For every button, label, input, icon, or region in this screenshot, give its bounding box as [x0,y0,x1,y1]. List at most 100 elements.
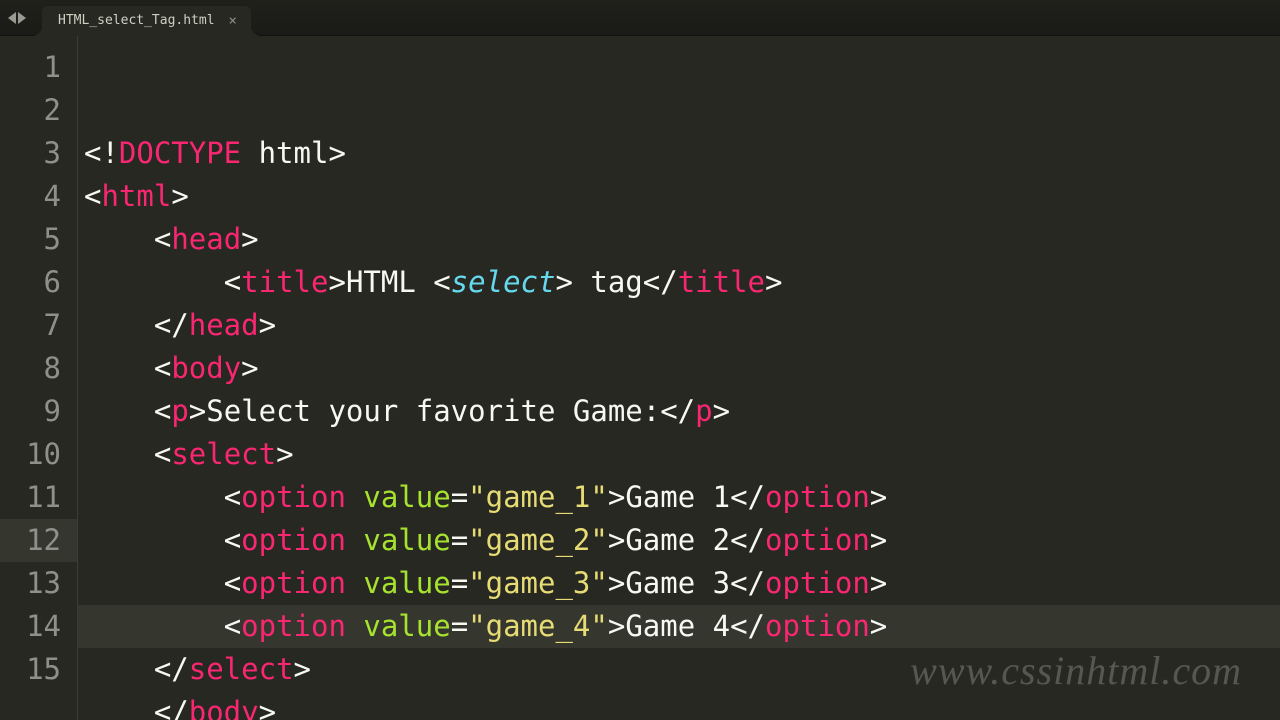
token-kw: select [451,265,556,299]
token-pun: > [171,179,188,213]
token-pun: > [765,265,782,299]
line-number: 8 [0,347,77,390]
token-tag: title [241,265,328,299]
token-str: "game_1" [468,480,608,514]
token-tag: title [678,265,765,299]
token-tag: select [189,652,294,686]
token-txt: > tag [555,265,642,299]
token-attr: value [363,566,450,600]
token-tag: option [765,566,870,600]
token-txt: html [241,136,328,170]
token-pun: < [154,222,171,256]
code-line[interactable]: <!DOCTYPE html> [78,132,1280,175]
token-pun: > [870,609,887,643]
line-number: 9 [0,390,77,433]
token-pun: < [154,437,171,471]
token-txt: Game 1 [625,480,730,514]
token-pun: > [713,394,730,428]
token-pun: = [451,566,468,600]
token-txt: Select your favorite Game: [206,394,660,428]
editor: 123456789101112131415 <!DOCTYPE html><ht… [0,36,1280,720]
file-tab[interactable]: HTML_select_Tag.html × [42,6,251,36]
token-tag: body [189,695,259,720]
token-tag: option [241,609,346,643]
code-line[interactable]: </select> [78,648,1280,691]
close-icon[interactable]: × [229,13,237,29]
line-number: 7 [0,304,77,347]
line-number: 14 [0,605,77,648]
token-attr: value [363,523,450,557]
code-area[interactable]: <!DOCTYPE html><html> <head> <title>HTML… [78,36,1280,720]
token-pun: </ [730,523,765,557]
tab-filename: HTML_select_Tag.html [58,13,215,28]
nav-arrows [0,12,34,24]
token-tag: option [241,480,346,514]
token-txt [346,480,363,514]
line-number: 4 [0,175,77,218]
code-line[interactable]: <select> [78,433,1280,476]
code-line[interactable]: <title>HTML <select> tag</title> [78,261,1280,304]
token-pun: = [451,609,468,643]
line-number: 15 [0,648,77,691]
token-txt [346,523,363,557]
code-line[interactable]: <option value="game_1">Game 1</option> [78,476,1280,519]
code-line[interactable]: <option value="game_2">Game 2</option> [78,519,1280,562]
token-tag: option [241,566,346,600]
history-forward-icon[interactable] [18,12,26,24]
code-line[interactable]: <p>Select your favorite Game:</p> [78,390,1280,433]
code-line[interactable]: </head> [78,304,1280,347]
token-txt [346,566,363,600]
token-pun: <! [84,136,119,170]
code-line[interactable]: <option value="game_3">Game 3</option> [78,562,1280,605]
token-pun: > [870,480,887,514]
code-line[interactable]: <html> [78,175,1280,218]
token-pun: < [84,179,101,213]
token-doctype: DOCTYPE [119,136,241,170]
token-pun: > [241,222,258,256]
token-tag: option [765,609,870,643]
token-tag: option [765,480,870,514]
code-line[interactable]: </body> [78,691,1280,720]
token-pun: > [608,609,625,643]
line-number: 10 [0,433,77,476]
code-line[interactable]: <body> [78,347,1280,390]
token-pun: </ [730,480,765,514]
token-tag: p [695,394,712,428]
token-pun: > [259,308,276,342]
token-txt [346,609,363,643]
token-str: "game_2" [468,523,608,557]
token-tag: select [171,437,276,471]
token-pun: < [224,523,241,557]
token-pun: </ [154,308,189,342]
token-pun: > [294,652,311,686]
token-pun: < [224,265,241,299]
token-pun: > [608,480,625,514]
token-tag: option [765,523,870,557]
code-line[interactable]: <head> [78,218,1280,261]
line-number: 3 [0,132,77,175]
token-pun: < [224,609,241,643]
token-pun: < [224,480,241,514]
token-str: "game_3" [468,566,608,600]
token-pun: > [189,394,206,428]
token-pun: > [259,695,276,720]
token-pun: </ [154,652,189,686]
token-pun: </ [643,265,678,299]
line-number: 5 [0,218,77,261]
token-pun: </ [730,609,765,643]
token-pun: < [154,394,171,428]
history-back-icon[interactable] [8,12,16,24]
token-txt: Game 2 [625,523,730,557]
token-pun: </ [154,695,189,720]
code-line[interactable]: <option value="game_4">Game 4</option> [78,605,1280,648]
token-pun: > [608,523,625,557]
token-pun: > [608,566,625,600]
token-pun: < [154,351,171,385]
token-txt: HTML < [346,265,451,299]
line-number: 6 [0,261,77,304]
token-pun: </ [730,566,765,600]
line-number: 11 [0,476,77,519]
token-attr: value [363,609,450,643]
token-txt: Game 3 [625,566,730,600]
token-pun: = [451,523,468,557]
